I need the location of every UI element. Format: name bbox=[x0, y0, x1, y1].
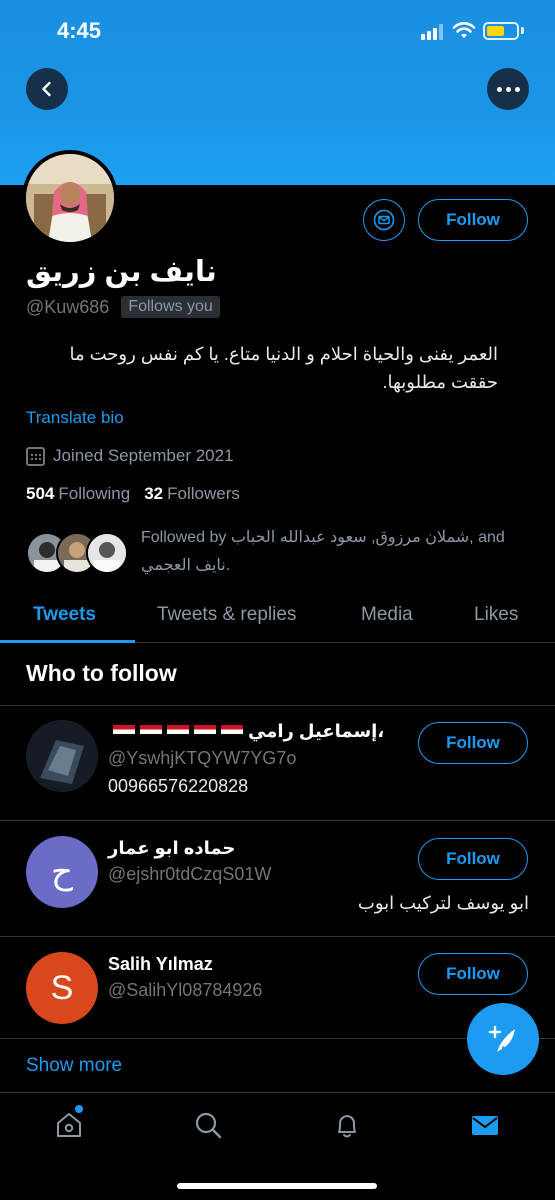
battery-cap bbox=[521, 27, 524, 34]
follow-button[interactable]: Follow bbox=[418, 722, 528, 764]
tab-tweets-replies[interactable]: Tweets & replies bbox=[157, 604, 296, 626]
follow-button[interactable]: Follow bbox=[418, 199, 528, 241]
compose-tweet-button[interactable] bbox=[467, 1003, 539, 1075]
suggestion-handle: @SalihYl08784926 bbox=[108, 980, 263, 1000]
wifi-icon bbox=[452, 22, 476, 38]
calendar-icon bbox=[26, 446, 45, 466]
flag-icon bbox=[194, 725, 216, 740]
translate-bio-link[interactable]: Translate bio bbox=[26, 408, 124, 428]
followers-count: 32 bbox=[144, 484, 164, 503]
suggestion-name: إسماعيل رامي، bbox=[108, 721, 384, 742]
more-options-button[interactable] bbox=[487, 68, 529, 110]
bell-icon[interactable] bbox=[331, 1109, 363, 1141]
joined-row: Joined September 2021 bbox=[26, 446, 234, 466]
following-label: Following bbox=[58, 484, 131, 503]
tab-tweets[interactable]: Tweets bbox=[33, 604, 96, 626]
profile-tabs: Tweets Tweets & replies Media Likes bbox=[0, 592, 555, 643]
battery-icon bbox=[483, 22, 519, 40]
following-count: 504 bbox=[26, 484, 55, 503]
envelope-icon[interactable] bbox=[469, 1109, 501, 1141]
status-bar: 4:45 bbox=[0, 0, 555, 64]
suggestion-name-text: إسماعيل رامي، bbox=[248, 721, 385, 741]
home-notification-dot bbox=[75, 1105, 83, 1113]
message-button[interactable] bbox=[363, 199, 405, 241]
profile-name: نايف بن زريق bbox=[26, 256, 217, 288]
follow-button[interactable]: Follow bbox=[418, 953, 528, 995]
back-button[interactable] bbox=[26, 68, 68, 110]
divider bbox=[0, 936, 555, 937]
who-to-follow-title: Who to follow bbox=[26, 660, 177, 686]
more-dots-icon bbox=[496, 86, 520, 92]
flag-icon bbox=[221, 725, 243, 740]
followed-by-row[interactable]: Followed by شملان مرزوق, سعود عبدالله ال… bbox=[26, 524, 526, 580]
joined-date: Joined September 2021 bbox=[53, 446, 234, 465]
followed-by-text: Followed by شملان مرزوق, سعود عبدالله ال… bbox=[141, 529, 505, 574]
tab-media[interactable]: Media bbox=[361, 604, 413, 626]
follow-counts: 504 Following 32 Followers bbox=[26, 484, 240, 504]
show-more-link[interactable]: Show more bbox=[26, 1055, 122, 1077]
suggestion-bio: 00966576220828 bbox=[108, 776, 249, 796]
followers-link[interactable]: 32 Followers bbox=[144, 484, 240, 504]
suggestion-avatar bbox=[26, 720, 98, 792]
suggestion-avatar: ح bbox=[26, 836, 98, 908]
follow-button[interactable]: Follow bbox=[418, 838, 528, 880]
following-link[interactable]: 504 Following bbox=[26, 484, 130, 504]
divider bbox=[0, 705, 555, 706]
flag-icon bbox=[113, 725, 135, 740]
active-tab-indicator bbox=[0, 640, 135, 643]
tab-likes[interactable]: Likes bbox=[474, 604, 518, 626]
mail-icon bbox=[373, 209, 395, 231]
compose-tweet-icon bbox=[488, 1025, 515, 1052]
profile-avatar-image bbox=[26, 154, 114, 242]
suggestion-bio: ابو يوسف لتركيب ابوب bbox=[357, 893, 529, 913]
followers-label: Followers bbox=[167, 484, 240, 503]
handle-row: @Kuw686 Follows you bbox=[26, 296, 220, 318]
suggestion-handle: @ejshr0tdCzqS01W bbox=[108, 864, 272, 884]
suggestion-name: حماده ابو عمار bbox=[108, 838, 236, 858]
profile-handle: @Kuw686 bbox=[26, 296, 110, 317]
status-time: 4:45 bbox=[57, 18, 102, 43]
signal-icon bbox=[421, 24, 445, 40]
home-indicator bbox=[177, 1183, 377, 1189]
back-arrow-icon bbox=[42, 81, 51, 97]
suggestion-name: Salih Yılmaz bbox=[108, 954, 213, 974]
home-icon[interactable] bbox=[53, 1109, 85, 1141]
suggestion-avatar: S bbox=[26, 952, 98, 1024]
profile-avatar[interactable] bbox=[22, 150, 118, 246]
divider bbox=[0, 820, 555, 821]
suggestion-flags bbox=[108, 721, 243, 741]
follows-you-badge: Follows you bbox=[121, 296, 220, 318]
flag-icon bbox=[167, 725, 189, 740]
flag-icon bbox=[140, 725, 162, 740]
search-icon[interactable] bbox=[192, 1109, 224, 1141]
suggestion-handle: @YswhjKTQYW7YG7o bbox=[108, 748, 297, 768]
follower-avatar bbox=[86, 532, 128, 574]
profile-bio: العمر يفنى والحياة احلام و الدنيا متاع. … bbox=[69, 344, 499, 392]
